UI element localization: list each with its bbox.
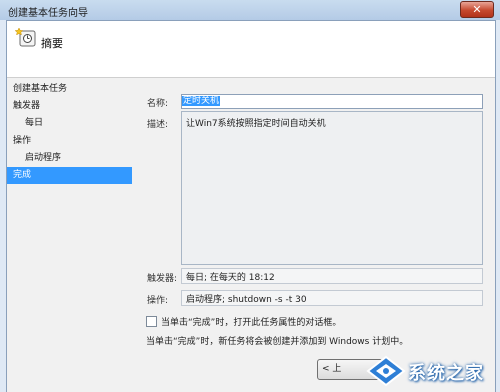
finish-note: 当单击“完成”时，新任务将会被创建并添加到 Windows 计划中。 (146, 337, 409, 347)
close-button[interactable]: ✕ (460, 1, 494, 18)
action-value-box: 启动程序; shutdown -s -t 30 (181, 290, 483, 306)
task-name-value: 定时关机 (182, 96, 221, 106)
trigger-value: 每日; 在每天的 18:12 (186, 273, 275, 283)
name-label: 名称: (147, 99, 169, 109)
task-name-field[interactable]: 定时关机 (181, 94, 483, 109)
window-title: 创建基本任务向导 (8, 8, 88, 19)
trigger-label: 触发器: (147, 274, 178, 284)
open-properties-label[interactable]: 当单击“完成”时，打开此任务属性的对话框。 (161, 315, 341, 328)
action-label: 操作: (147, 296, 169, 306)
open-properties-checkbox[interactable] (146, 316, 157, 327)
nav-step-daily[interactable]: 每日 (7, 115, 132, 132)
watermark-text: 系统之家 (408, 363, 484, 384)
wizard-header: 摘要 (7, 21, 495, 78)
trigger-value-box: 每日; 在每天的 18:12 (181, 268, 483, 284)
description-value: 让Win7系统按照指定时间自动关机 (186, 119, 326, 129)
action-value: 启动程序; shutdown -s -t 30 (186, 295, 307, 305)
description-label: 描述: (147, 120, 169, 130)
nav-step-create-basic-task[interactable]: 创建基本任务 (7, 81, 132, 98)
nav-step-start-program[interactable]: 启动程序 (7, 150, 132, 167)
description-field[interactable]: 让Win7系统按照指定时间自动关机 (181, 111, 483, 265)
wizard-content: 摘要 创建基本任务 触发器 每日 操作 启动程序 完成 名称: 定时关机 描述:… (6, 20, 496, 392)
nav-step-trigger[interactable]: 触发器 (7, 98, 132, 115)
watermark: 系统之家 (366, 355, 496, 387)
watermark-logo-icon (366, 355, 406, 387)
nav-step-action[interactable]: 操作 (7, 133, 132, 150)
task-wizard-icon (15, 27, 36, 47)
title-bar: 创建基本任务向导 ✕ (0, 0, 500, 20)
nav-step-finish[interactable]: 完成 (7, 167, 132, 184)
page-title: 摘要 (41, 37, 63, 50)
wizard-steps-nav: 创建基本任务 触发器 每日 操作 启动程序 完成 (7, 79, 135, 392)
